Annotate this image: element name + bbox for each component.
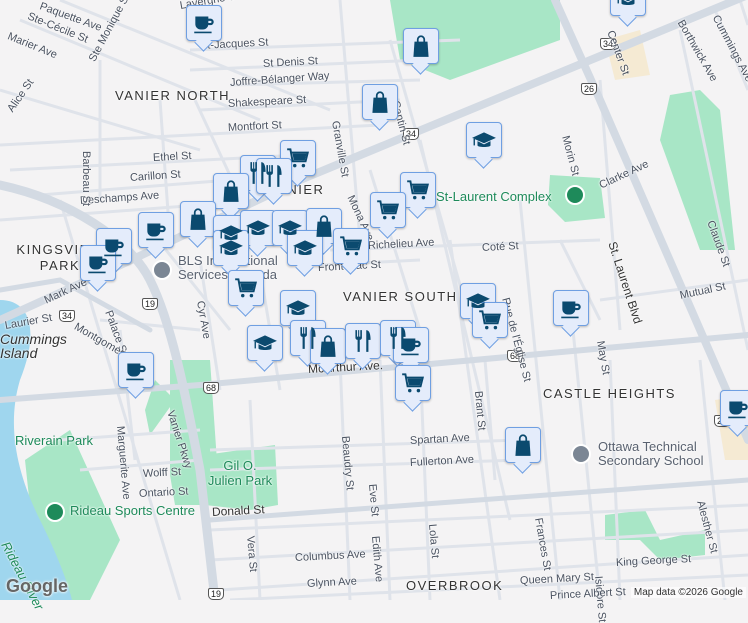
graduation-cap-icon <box>245 215 271 241</box>
map-marker-cart[interactable] <box>370 192 406 228</box>
map-marker-coffee[interactable] <box>80 245 116 281</box>
map-marker-restaurant[interactable] <box>256 158 292 194</box>
donald-st <box>207 477 748 523</box>
coffee-icon <box>85 250 111 276</box>
map-marker-graduation-cap[interactable] <box>247 325 283 361</box>
street-label: Coté St <box>481 240 519 254</box>
map-marker-graduation-cap[interactable] <box>610 0 646 16</box>
pin-icon[interactable] <box>45 502 65 522</box>
map-marker-cart[interactable] <box>400 172 436 208</box>
bag-icon <box>315 333 341 359</box>
map-marker-bag[interactable] <box>180 201 216 237</box>
map-marker-graduation-cap[interactable] <box>280 290 316 326</box>
graduation-cap-icon <box>285 295 311 321</box>
poi-st-laurent-complex[interactable]: St-Laurent Complex <box>436 189 552 204</box>
map-marker-cart[interactable] <box>333 228 369 264</box>
map-marker-coffee[interactable] <box>118 352 154 388</box>
map-marker-bag[interactable] <box>505 427 541 463</box>
map-marker-cart[interactable] <box>395 365 431 401</box>
school-icon[interactable] <box>571 444 591 464</box>
route-shield: 19 <box>208 588 225 600</box>
coffee-icon <box>725 395 748 421</box>
cart-icon <box>233 275 259 301</box>
route-shield: 34 <box>59 310 76 322</box>
map-marker-coffee[interactable] <box>720 390 748 426</box>
bag-icon <box>218 178 244 204</box>
bank-icon[interactable] <box>152 260 172 280</box>
map-marker-bag[interactable] <box>213 173 249 209</box>
graduation-cap-icon <box>471 127 497 153</box>
map-marker-restaurant[interactable] <box>345 323 381 359</box>
map-marker-cart[interactable] <box>228 270 264 306</box>
cart-icon <box>477 307 503 333</box>
map-marker-graduation-cap[interactable] <box>287 230 323 266</box>
cart-icon <box>285 145 311 171</box>
street-label: Barbeau St <box>80 151 92 207</box>
pin-icon[interactable] <box>565 185 585 205</box>
cart-icon <box>338 233 364 259</box>
map-marker-bag[interactable] <box>362 84 398 120</box>
graduation-cap-icon <box>218 235 244 261</box>
coffee-icon <box>143 217 169 243</box>
area-label: VANIER NORTH <box>115 88 231 103</box>
poi-rideau-sports[interactable]: Rideau Sports Centre <box>70 503 195 518</box>
map-marker-coffee[interactable] <box>393 327 429 363</box>
coffee-icon <box>558 295 584 321</box>
restaurant-icon <box>261 163 287 189</box>
street-label: Ethel St <box>152 149 192 164</box>
area-label: OVERBROOK <box>406 578 504 593</box>
cart-icon <box>375 197 401 223</box>
graduation-cap-icon <box>292 235 318 261</box>
bag-icon <box>408 33 434 59</box>
restaurant-icon <box>350 328 376 354</box>
google-logo: Google <box>6 576 68 596</box>
map-marker-cart[interactable] <box>472 302 508 338</box>
map-marker-coffee[interactable] <box>186 5 222 41</box>
park-label: Riverain Park <box>15 433 94 448</box>
graduation-cap-icon <box>252 330 278 356</box>
map-marker-graduation-cap[interactable] <box>213 230 249 266</box>
cart-icon <box>400 370 426 396</box>
coffee-icon <box>191 10 217 36</box>
map-marker-bag[interactable] <box>403 28 439 64</box>
street-label: Wolff St <box>142 466 182 480</box>
coffee-icon <box>398 332 424 358</box>
bag-icon <box>367 89 393 115</box>
map-marker-bag[interactable] <box>310 328 346 364</box>
map-marker-coffee[interactable] <box>553 290 589 326</box>
poi-ottawa-technical[interactable]: Ottawa Technical Secondary School <box>598 440 718 468</box>
map-attribution[interactable]: Map data ©2026 Google <box>630 587 746 598</box>
bag-icon <box>185 206 211 232</box>
map-marker-graduation-cap[interactable] <box>240 210 276 246</box>
map-marker-coffee[interactable] <box>138 212 174 248</box>
area-label: VANIER SOUTH <box>343 289 458 304</box>
park-label: Gil O. Julien Park <box>207 458 273 488</box>
bag-icon <box>510 432 536 458</box>
route-shield: 68 <box>203 382 220 394</box>
route-shield: 26 <box>581 83 598 95</box>
island-label: Cummings Island <box>0 331 67 361</box>
area-label: CASTLE HEIGHTS <box>543 386 676 401</box>
graduation-cap-icon <box>615 0 641 11</box>
coffee-icon <box>123 357 149 383</box>
cart-icon <box>405 177 431 203</box>
map-marker-graduation-cap[interactable] <box>466 122 502 158</box>
route-shield: 19 <box>142 298 159 310</box>
street-label: Donald St <box>211 502 265 519</box>
